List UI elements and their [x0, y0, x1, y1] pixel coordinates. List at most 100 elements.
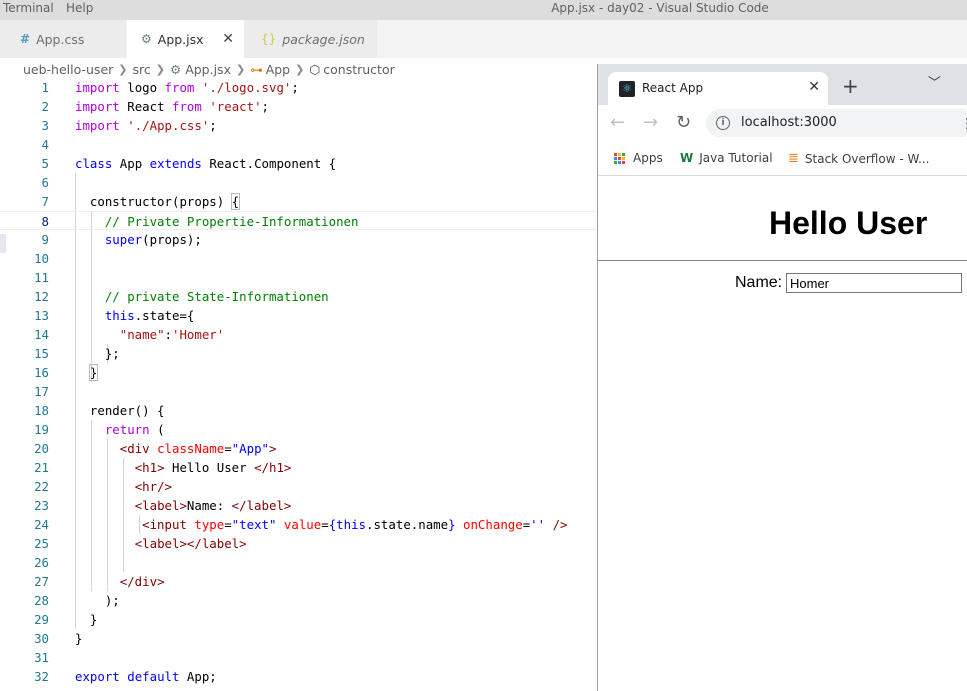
- code-text: }: [88, 364, 99, 381]
- line-number: 26: [34, 555, 49, 570]
- code-line: 25 <label></label>: [0, 534, 598, 553]
- code-text: render() {: [89, 403, 165, 418]
- line-number: 3: [41, 118, 49, 133]
- chevron-down-icon[interactable]: ﹀: [928, 72, 941, 91]
- code-text: <div className="App">: [119, 441, 277, 456]
- name-input[interactable]: [786, 273, 962, 293]
- code-line: 23 <label>Name: </label>: [0, 496, 598, 515]
- close-icon[interactable]: ✕: [808, 79, 820, 95]
- w3schools-icon: W: [680, 151, 694, 165]
- reload-icon[interactable]: ↻: [676, 113, 691, 133]
- code-text: import './App.css';: [75, 118, 217, 133]
- code-text: <h1> Hello User </h1>: [134, 460, 292, 475]
- url-text: localhost:3000: [741, 115, 837, 130]
- code-text: class App extends React.Component {: [75, 156, 337, 171]
- browser-tab[interactable]: ⚛ React App ✕: [608, 72, 828, 105]
- code-line: 13 this.state={: [0, 306, 598, 325]
- code-line: 2 import React from 'react';: [0, 97, 598, 116]
- json-file-icon: {}: [261, 32, 277, 46]
- line-number: 21: [34, 460, 49, 475]
- react-file-icon: ⚙: [141, 32, 152, 46]
- line-number: 16: [34, 365, 49, 380]
- chevron-right-icon: ❯: [155, 62, 165, 76]
- bookmark-label: Apps: [633, 151, 663, 165]
- code-line: 28 );: [0, 591, 598, 610]
- line-number: 30: [34, 631, 49, 646]
- code-line: 30 }: [0, 629, 598, 648]
- code-line: 10: [0, 249, 598, 268]
- line-number: 29: [34, 612, 49, 627]
- chevron-right-icon: ❯: [295, 62, 305, 76]
- apps-grid-icon: [614, 152, 625, 164]
- code-text: <label>Name: </label>: [134, 498, 292, 513]
- code-line: 6: [0, 173, 598, 192]
- bookmark-label: Java Tutorial: [699, 151, 773, 165]
- code-line: 9 super(props);: [0, 230, 598, 249]
- code-line: 5 class App extends React.Component {: [0, 154, 598, 173]
- breadcrumb-file[interactable]: App.jsx: [185, 62, 231, 77]
- more-menu-icon[interactable]: ⋮: [960, 116, 967, 132]
- code-text: <hr/>: [134, 479, 172, 494]
- line-number: 5: [41, 156, 49, 171]
- tab-package-json[interactable]: {} package.json: [244, 20, 377, 58]
- browser-window: ⚛ React App ✕ + ﹀ ← → ↻ i localhost:3000…: [597, 64, 967, 691]
- breadcrumb-folder[interactable]: ueb-hello-user: [23, 62, 113, 77]
- code-text: <input type="text" value={this.state.nam…: [142, 517, 568, 532]
- line-number: 15: [34, 346, 49, 361]
- breadcrumb-folder[interactable]: src: [133, 62, 151, 77]
- line-number: 12: [34, 289, 49, 304]
- forward-icon[interactable]: →: [643, 113, 658, 133]
- tab-app-css[interactable]: # App.css: [0, 20, 126, 58]
- code-line: 24 <input type="text" value={this.state.…: [0, 515, 598, 534]
- close-icon[interactable]: ✕: [222, 31, 234, 47]
- code-text: };: [104, 346, 120, 361]
- browser-toolbar: ← → ↻ i localhost:3000: [598, 105, 967, 143]
- line-number: 9: [41, 232, 49, 247]
- code-text: }: [75, 631, 83, 646]
- breadcrumb-class[interactable]: App: [266, 62, 290, 77]
- tab-label: App.css: [36, 31, 85, 47]
- tab-label: App.jsx: [157, 31, 204, 47]
- new-tab-button[interactable]: +: [842, 76, 859, 96]
- code-line: 4: [0, 135, 598, 154]
- code-line: 32 export default App;: [0, 667, 598, 686]
- react-file-icon: ⚙: [169, 61, 182, 77]
- code-line: 29 }: [0, 610, 598, 629]
- code-line: 27 </div>: [0, 572, 598, 591]
- code-text: return (: [104, 422, 165, 437]
- address-bar[interactable]: i localhost:3000: [706, 109, 967, 137]
- chevron-right-icon: ❯: [235, 62, 246, 76]
- line-number: 28: [34, 593, 49, 608]
- code-text: constructor(props) {: [89, 193, 241, 210]
- tab-label: package.json: [282, 31, 365, 47]
- code-editor[interactable]: 1 import logo from './logo.svg'; 2 impor…: [0, 78, 598, 691]
- code-text: // Private Propertie-Informationen: [104, 214, 359, 229]
- back-icon[interactable]: ←: [610, 113, 625, 133]
- chevron-right-icon: ❯: [118, 62, 128, 76]
- info-icon[interactable]: i: [716, 116, 730, 130]
- bookmark-apps[interactable]: Apps: [614, 151, 663, 165]
- code-line: 31: [0, 648, 598, 667]
- line-number: 22: [34, 479, 49, 494]
- method-symbol-icon: ⬡: [309, 61, 321, 77]
- code-line: 20 <div className="App">: [0, 439, 598, 458]
- line-number: 17: [34, 384, 49, 399]
- code-line: 1 import logo from './logo.svg';: [0, 78, 598, 97]
- tab-app-jsx[interactable]: ⚙ App.jsx ✕: [127, 20, 244, 58]
- line-number: 4: [41, 137, 49, 152]
- code-line-current: 8 // Private Propertie-Informationen: [0, 211, 598, 230]
- code-line: 21 <h1> Hello User </h1>: [0, 458, 598, 477]
- code-text: super(props);: [104, 232, 202, 247]
- line-number: 18: [34, 403, 49, 418]
- code-line: 3 import './App.css';: [0, 116, 598, 135]
- code-line: 11: [0, 268, 598, 287]
- css-file-icon: #: [20, 32, 31, 46]
- page-heading: Hello User: [769, 205, 928, 241]
- code-text: "name":'Homer': [119, 327, 225, 342]
- breadcrumb-method[interactable]: constructor: [323, 62, 394, 77]
- bookmark-stack-overflow[interactable]: ≣ Stack Overflow - W...: [788, 151, 929, 166]
- code-line: 22 <hr/>: [0, 477, 598, 496]
- code-line: 7 constructor(props) {: [0, 192, 598, 211]
- code-text: }: [89, 612, 98, 627]
- bookmark-java-tutorial[interactable]: W Java Tutorial: [680, 151, 773, 165]
